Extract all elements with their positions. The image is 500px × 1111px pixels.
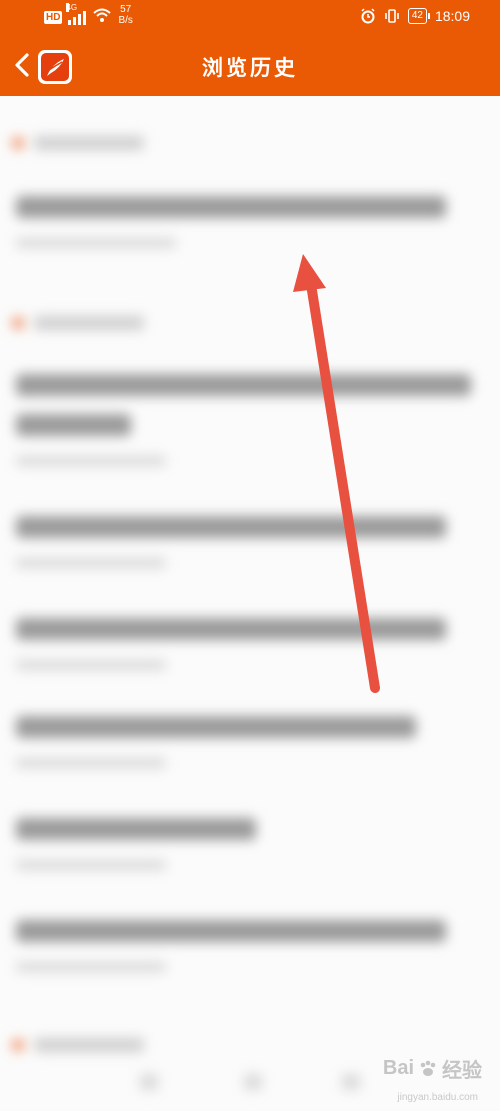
- paw-icon: [420, 1060, 436, 1076]
- baidu-watermark: Bai 经验: [383, 1054, 482, 1083]
- watermark-brand: Bai: [382, 1057, 414, 1079]
- watermark-url: jingyan.baidu.com: [397, 1092, 478, 1103]
- annotation-arrow-icon: [293, 254, 380, 693]
- watermark-suffix: 经验: [442, 1060, 482, 1082]
